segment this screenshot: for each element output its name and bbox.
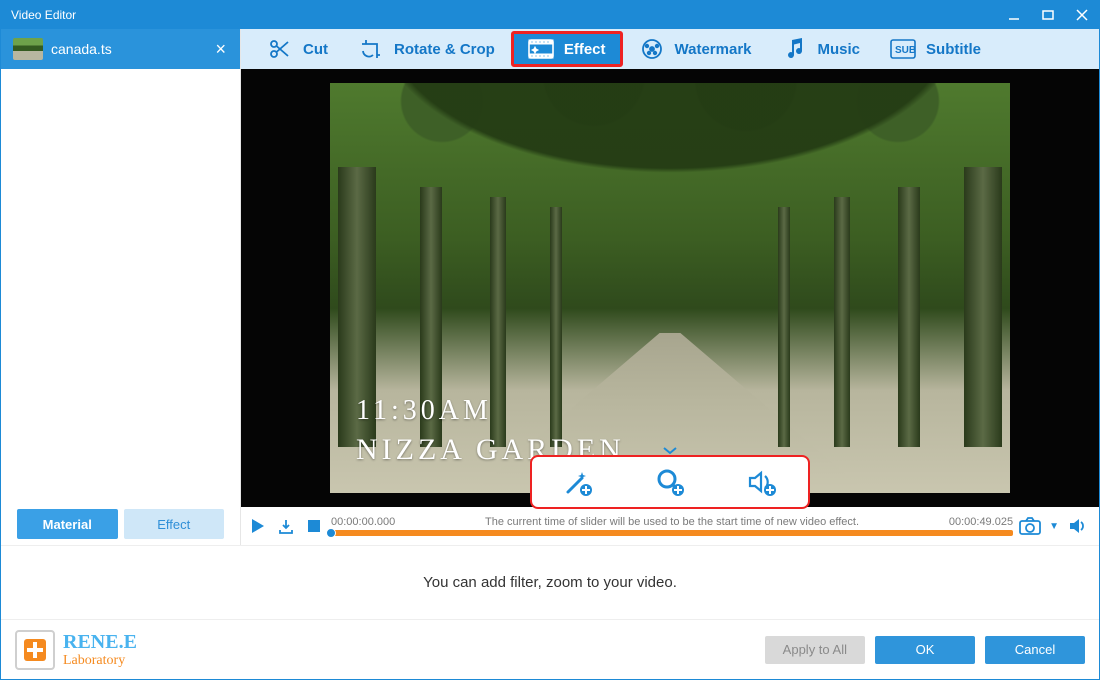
tool-cut-label: Cut — [303, 41, 328, 58]
tool-music[interactable]: Music — [768, 31, 875, 67]
close-button[interactable] — [1065, 1, 1099, 29]
minimize-button[interactable] — [997, 1, 1031, 29]
watermark-icon — [639, 36, 665, 62]
left-tab-bar: Material Effect — [1, 509, 240, 545]
file-close-icon[interactable]: × — [213, 39, 228, 60]
export-button[interactable] — [275, 515, 297, 537]
speaker-plus-icon — [746, 466, 778, 498]
main-toolbar: Cut Rotate & Crop — [241, 29, 1099, 69]
snapshot-dropdown-icon[interactable]: ▼ — [1049, 521, 1059, 532]
filmstrip-sparkle-icon — [528, 36, 554, 62]
maximize-button[interactable] — [1031, 1, 1065, 29]
snapshot-button[interactable] — [1019, 515, 1041, 537]
timeline-knob[interactable] — [326, 528, 336, 538]
scissors-icon — [267, 36, 293, 62]
tool-effect[interactable]: Effect — [511, 31, 623, 67]
add-filter-button[interactable] — [554, 462, 602, 502]
app-window: Video Editor canada.ts × Material E — [0, 0, 1100, 680]
window-controls — [997, 1, 1099, 29]
play-button[interactable] — [247, 515, 269, 537]
chevron-down-icon[interactable] — [663, 447, 677, 455]
tab-material[interactable]: Material — [17, 509, 118, 539]
music-note-icon — [782, 36, 808, 62]
tool-cut[interactable]: Cut — [253, 31, 342, 67]
tool-effect-label: Effect — [564, 41, 606, 58]
playback-controls: 00:00:00.000 The current time of slider … — [241, 507, 1099, 545]
file-tab[interactable]: canada.ts × — [1, 29, 240, 69]
brand-line1: RENE.E — [63, 632, 137, 652]
file-thumbnail — [13, 38, 43, 60]
tool-watermark-label: Watermark — [675, 41, 752, 58]
preview-frame[interactable]: 11:30AM NIZZA GARDEN — [330, 83, 1010, 493]
magic-wand-plus-icon — [562, 466, 594, 498]
tool-music-label: Music — [818, 41, 861, 58]
time-start: 00:00:00.000 — [331, 516, 395, 528]
time-end: 00:00:49.025 — [949, 516, 1013, 528]
timeline-hint: The current time of slider will be used … — [395, 516, 949, 528]
tab-effect[interactable]: Effect — [124, 509, 225, 539]
timeline-track[interactable] — [331, 530, 1013, 536]
overlay-time-text: 11:30AM — [356, 395, 492, 427]
brand-logo-icon — [15, 630, 55, 670]
tool-rotate-crop[interactable]: Rotate & Crop — [344, 31, 509, 67]
left-panel: canada.ts × Material Effect — [1, 29, 241, 545]
subtitle-icon: SUB — [890, 36, 916, 62]
file-list-area — [1, 69, 240, 509]
tool-subtitle-label: Subtitle — [926, 41, 981, 58]
footer: RENE.E Laboratory Apply to All OK Cancel — [1, 619, 1099, 679]
brand: RENE.E Laboratory — [15, 630, 137, 670]
hint-bar: You can add filter, zoom to your video. — [1, 545, 1099, 619]
preview-stage: 11:30AM NIZZA GARDEN — [241, 69, 1099, 507]
tool-rotate-label: Rotate & Crop — [394, 41, 495, 58]
file-name: canada.ts — [51, 41, 205, 57]
hint-text: You can add filter, zoom to your video. — [423, 574, 677, 591]
brand-line2: Laboratory — [63, 654, 137, 668]
effect-tool-pill — [530, 455, 810, 509]
stop-button[interactable] — [303, 515, 325, 537]
magnifier-plus-icon — [654, 466, 686, 498]
titlebar: Video Editor — [1, 1, 1099, 29]
add-zoom-button[interactable] — [646, 462, 694, 502]
svg-text:SUB: SUB — [895, 45, 916, 56]
tool-watermark[interactable]: Watermark — [625, 31, 766, 67]
window-title: Video Editor — [11, 8, 997, 22]
tool-subtitle[interactable]: SUB Subtitle — [876, 31, 995, 67]
ok-button[interactable]: OK — [875, 636, 975, 664]
cancel-button[interactable]: Cancel — [985, 636, 1085, 664]
add-volume-button[interactable] — [738, 462, 786, 502]
right-panel: Cut Rotate & Crop — [241, 29, 1099, 545]
apply-all-button[interactable]: Apply to All — [765, 636, 865, 664]
volume-button[interactable] — [1067, 515, 1089, 537]
rotate-crop-icon — [358, 36, 384, 62]
